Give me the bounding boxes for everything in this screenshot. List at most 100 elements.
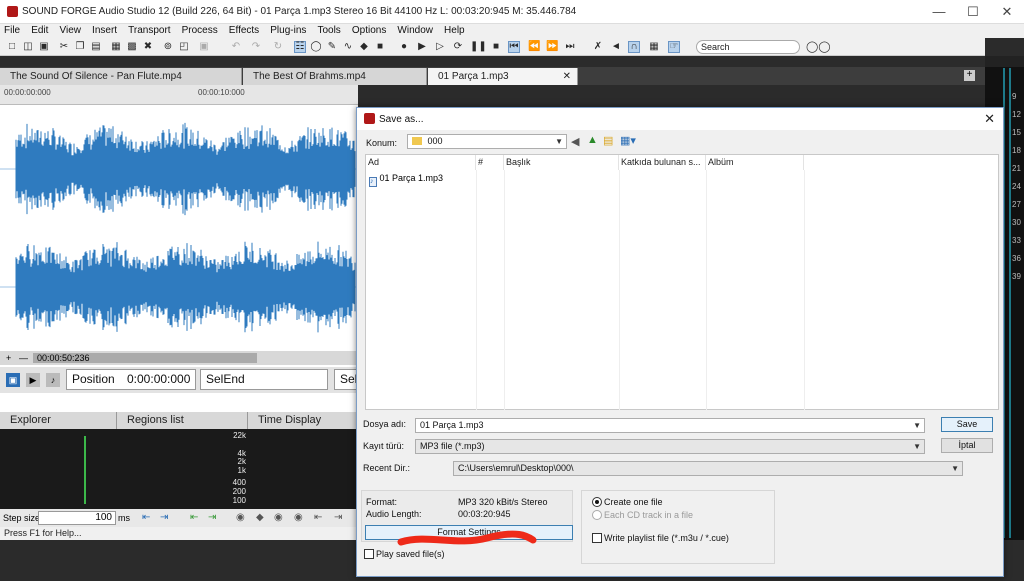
menu-view[interactable]: View <box>55 24 85 38</box>
menu-transport[interactable]: Transport <box>124 24 174 38</box>
tab-explorer[interactable]: Explorer <box>0 412 117 429</box>
position-field[interactable]: Position 0:00:00:000 <box>66 369 196 390</box>
zoom-in-icon[interactable]: + <box>6 351 11 365</box>
cut-icon[interactable]: ✂ <box>58 41 70 53</box>
column-number[interactable]: # <box>476 155 504 170</box>
delete-icon[interactable]: ✖ <box>142 41 154 53</box>
envelope-tool-icon[interactable]: ∿ <box>342 41 354 53</box>
redo-icon[interactable]: ↷ <box>250 41 262 53</box>
go-to-start-icon[interactable]: ⏮ <box>508 41 520 53</box>
search-input[interactable]: Search <box>696 40 800 54</box>
location-combo[interactable]: 000 ▼ <box>407 134 567 149</box>
step-forward-icon[interactable]: ⇥ <box>160 509 168 527</box>
go-to-end-icon[interactable]: ⏭ <box>564 41 576 53</box>
snap-icon[interactable]: ∩ <box>628 41 640 53</box>
copy-icon[interactable]: ❐ <box>74 41 86 53</box>
column-album[interactable]: Albüm <box>706 155 804 170</box>
region-icon[interactable]: ◆ <box>256 509 264 527</box>
pause-icon[interactable]: ❚❚ <box>470 41 487 53</box>
menu-window[interactable]: Window <box>393 24 437 38</box>
step-size-input[interactable]: 100 <box>38 511 116 525</box>
next-region-icon[interactable]: ◉ <box>274 509 283 527</box>
waveform[interactable] <box>0 107 358 349</box>
play-all-icon[interactable]: ▷ <box>434 41 446 53</box>
tab-close-icon[interactable]: ✕ <box>563 68 571 85</box>
save-icon[interactable]: ▣ <box>38 41 50 53</box>
undo-icon[interactable]: ↶ <box>230 41 242 53</box>
up-folder-icon[interactable]: ▲ <box>587 134 598 146</box>
stop-icon[interactable]: ■ <box>490 41 502 53</box>
maximize-icon[interactable]: ☐ <box>956 0 990 24</box>
tab-sound-of-silence[interactable]: The Sound Of Silence - Pan Flute.mp4 <box>0 68 242 85</box>
snap-right-icon[interactable]: ⇥ <box>334 509 342 527</box>
each-cd-radio[interactable] <box>592 510 602 520</box>
tab-regions-list[interactable]: Regions list <box>117 412 248 429</box>
eye-icon[interactable]: ◉ <box>294 509 303 527</box>
menu-edit[interactable]: Edit <box>27 24 52 38</box>
filetype-combo[interactable]: MP3 file (*.mp3) ▼ <box>415 439 925 454</box>
menu-insert[interactable]: Insert <box>88 24 121 38</box>
column-name[interactable]: Ad <box>366 155 476 170</box>
step-back-icon[interactable]: ⇤ <box>142 509 150 527</box>
crossfade-icon[interactable]: ✗ <box>592 41 604 53</box>
play-saved-checkbox[interactable] <box>364 549 374 559</box>
list-item[interactable]: ♪ 01 Parça 1.mp3 <box>369 173 443 187</box>
tab-best-of-brahms[interactable]: The Best Of Brahms.mp4 <box>243 68 427 85</box>
file-list[interactable]: Ad # Başlık Katkıda bulunan s... Albüm ♪… <box>365 154 999 410</box>
marker-out-icon[interactable]: ⇥ <box>208 509 216 527</box>
pencil-tool-icon[interactable]: ✎ <box>326 41 338 53</box>
column-title[interactable]: Başlık <box>504 155 619 170</box>
minimize-icon[interactable]: — <box>922 0 956 24</box>
rewind-icon[interactable]: ⏪ <box>528 41 540 53</box>
zoom-icon[interactable]: ◄ <box>610 41 622 53</box>
back-icon[interactable]: ◀ <box>571 135 579 148</box>
prev-region-icon[interactable]: ◉ <box>236 509 245 527</box>
zoom-out-icon[interactable]: — <box>19 351 28 365</box>
crop-icon[interactable]: ⊚ <box>162 41 174 53</box>
select-icon[interactable]: ◰ <box>178 41 190 53</box>
view-menu-icon[interactable]: ▦▾ <box>620 134 636 147</box>
lock-icon[interactable]: ▣ <box>6 373 20 387</box>
cancel-button[interactable]: İptal <box>941 438 993 453</box>
mix-icon[interactable]: ▩ <box>126 41 138 53</box>
tab-time-display[interactable]: Time Display <box>248 412 358 429</box>
write-playlist-checkbox[interactable] <box>592 533 602 543</box>
menu-effects[interactable]: Effects <box>225 24 263 38</box>
menu-process[interactable]: Process <box>178 24 222 38</box>
play-icon[interactable]: ▶ <box>416 41 428 53</box>
crop2-icon[interactable]: ▣ <box>198 41 210 53</box>
tab-01-parca[interactable]: 01 Parça 1.mp3 ✕ <box>428 68 578 85</box>
sync-icon[interactable]: ☞ <box>668 41 680 53</box>
menu-options[interactable]: Options <box>348 24 390 38</box>
recentdir-combo[interactable]: C:\Users\emrul\Desktop\000\ ▼ <box>453 461 963 476</box>
menu-tools[interactable]: Tools <box>313 24 344 38</box>
magnify-tool-icon[interactable]: ◯ <box>310 41 322 53</box>
paste-icon[interactable]: ▤ <box>90 41 102 53</box>
tab-menu-icon[interactable]: + <box>964 70 975 81</box>
event-tool-icon[interactable]: ◆ <box>358 41 370 53</box>
new-file-icon[interactable]: □ <box>6 41 18 53</box>
create-one-radio[interactable] <box>592 497 602 507</box>
menu-file[interactable]: File <box>0 24 24 38</box>
color-tool-icon[interactable]: ■ <box>374 41 386 53</box>
grid-icon[interactable]: ▦ <box>648 41 660 53</box>
loop-icon[interactable]: ⟳ <box>452 41 464 53</box>
edit-tool-icon[interactable]: ☷ <box>294 41 306 53</box>
snap-left-icon[interactable]: ⇤ <box>314 509 322 527</box>
filename-combo[interactable]: 01 Parça 1.mp3 ▼ <box>415 418 925 433</box>
record-icon[interactable]: ● <box>398 41 410 53</box>
bookmark-icon[interactable]: ▶ <box>26 373 40 387</box>
column-contributing-artist[interactable]: Katkıda bulunan s... <box>619 155 706 170</box>
dialog-close-icon[interactable]: ✕ <box>984 111 995 127</box>
open-folder-icon[interactable]: ◫ <box>22 41 34 53</box>
selend-field[interactable]: SelEnd <box>200 369 328 390</box>
menu-help[interactable]: Help <box>440 24 469 38</box>
menu-plugins[interactable]: Plug-ins <box>266 24 310 38</box>
speaker-icon[interactable]: ♪ <box>46 373 60 387</box>
new-folder-icon[interactable]: ▤ <box>603 134 613 147</box>
binoculars-icon[interactable]: ◯◯ <box>806 40 831 53</box>
close-icon[interactable]: ✕ <box>990 0 1024 24</box>
trim-icon[interactable]: ▦ <box>110 41 122 53</box>
marker-in-icon[interactable]: ⇤ <box>190 509 198 527</box>
save-button[interactable]: Save <box>941 417 993 432</box>
